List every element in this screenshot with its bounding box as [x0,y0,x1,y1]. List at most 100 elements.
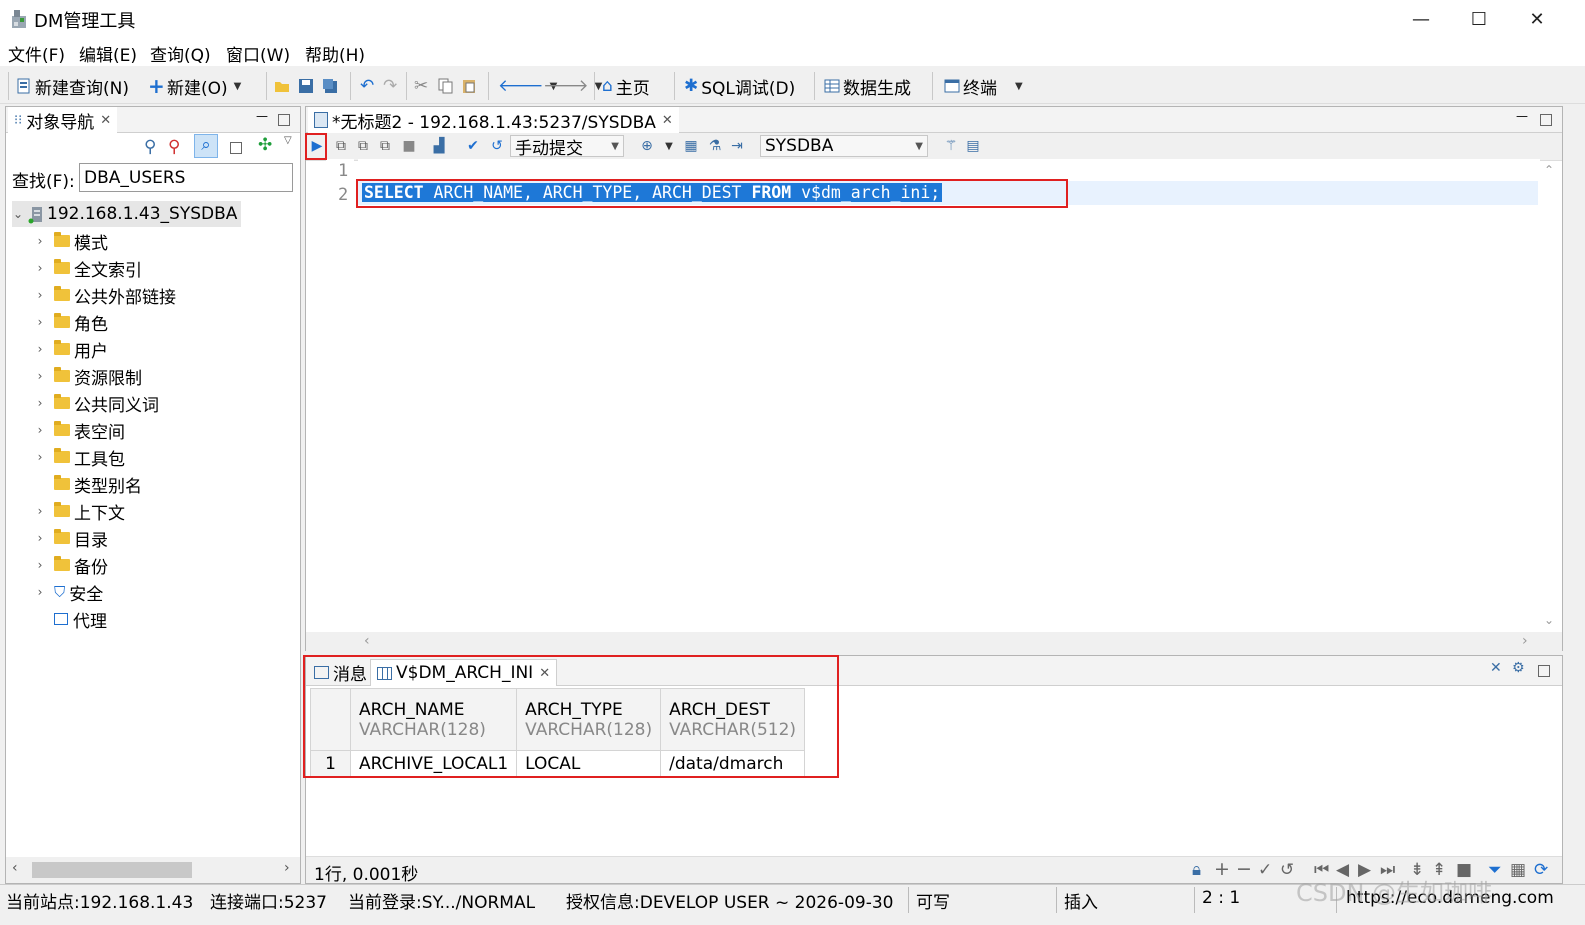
link-editor-icon[interactable]: ✣ [258,135,272,155]
execute-step-button[interactable]: ⧉ [332,137,350,155]
tree-item-public-synonyms[interactable]: › 公共同义词 [34,390,159,416]
tree-item-roles[interactable]: › 角色 [34,309,108,335]
chevron-right-icon[interactable]: › [34,342,46,356]
explain-button[interactable]: ▟ [430,137,448,155]
tree-item-toolkits[interactable]: › 工具包 [34,444,125,470]
menu-window[interactable]: 窗口(W) [226,41,290,66]
chevron-right-icon[interactable]: › [34,531,46,545]
redo-button[interactable]: ↷ [383,73,397,99]
chevron-right-icon[interactable]: › [34,234,46,248]
search-input[interactable] [79,163,293,192]
tree-item-directories[interactable]: › 目录 [34,525,108,551]
tab-object-navigator[interactable]: ⁝⁝ 对象导航 ✕ [8,107,118,133]
commit-mode-select[interactable]: 手动提交 ▼ [510,135,624,159]
collapse-all-icon[interactable] [230,139,242,159]
chevron-right-icon[interactable]: › [34,396,46,410]
scrollbar-thumb[interactable] [32,862,192,878]
maximize-view-icon[interactable] [1538,662,1550,682]
tree-item-backup[interactable]: › 备份 [34,552,108,578]
commit-button[interactable]: ✔ [464,137,482,155]
chevron-right-icon[interactable]: › [34,450,46,464]
execute-script-button[interactable]: ⧉ [354,137,372,155]
home-button[interactable]: ⌂ 主页 [602,73,650,99]
stop-button[interactable]: ■ [400,137,418,155]
view-menu-icon[interactable]: ▽ [284,135,292,146]
chevron-down-icon[interactable]: ⌄ [12,207,24,221]
tree-item-security[interactable]: › ⛉ 安全 [34,579,104,605]
chevron-right-icon[interactable]: › [34,288,46,302]
schema-select[interactable]: SYSDBA ▼ [760,135,928,157]
maximize-button[interactable]: ☐ [1456,4,1502,34]
scroll-left-icon[interactable]: ‹ [364,633,370,649]
tree-item-resource-limits[interactable]: › 资源限制 [34,363,142,389]
target-menu-button[interactable]: ▼ [660,137,678,155]
sql-code-area[interactable]: SELECT ARCH_NAME, ARCH_TYPE, ARCH_DEST F… [358,159,1540,629]
tree-item-contexts[interactable]: › 上下文 [34,498,125,524]
format-button[interactable]: ⚗ [706,137,724,155]
terminal-button[interactable]: 终端 ▼ [944,73,1023,99]
rollback-button[interactable]: ↺ [488,137,506,155]
new-button[interactable]: + 新建(O) ▼ [148,73,241,99]
tab-untitled-query[interactable]: *无标题2 - 192.168.1.43:5237/SYSDBA ✕ [308,107,679,133]
navigator-horizontal-scrollbar[interactable]: ‹ › [6,857,300,883]
doc-button[interactable]: ▤ [964,137,982,155]
minimize-view-icon[interactable]: — [256,109,268,123]
chevron-right-icon[interactable]: › [34,585,46,599]
chevron-right-icon[interactable]: › [34,369,46,383]
tree-item-agent[interactable]: 代理 [34,606,107,632]
tree-item-fulltext-index[interactable]: › 全文索引 [34,255,142,281]
editor-horizontal-scrollbar[interactable]: ‹ › [306,632,1562,652]
tree-item-tablespaces[interactable]: › 表空间 [34,417,125,443]
close-icon[interactable]: ✕ [662,113,673,128]
chevron-down-icon[interactable]: ▼ [1015,81,1023,92]
tree-item-schema[interactable]: › 模式 [34,228,108,254]
save-button[interactable] [298,73,317,99]
delete-row-icon[interactable]: − [1236,858,1252,880]
maximize-view-icon[interactable] [278,111,290,131]
close-other-results-icon[interactable]: ⚙ [1512,660,1525,676]
minimize-button[interactable]: — [1398,4,1444,34]
close-button[interactable]: ✕ [1514,4,1560,34]
scroll-right-icon[interactable]: › [284,860,290,876]
execute-plan-button[interactable]: ⧉ [376,137,394,155]
sql-debug-button[interactable]: ✱ SQL调试(D) [684,73,795,99]
tree-root-connection[interactable]: ⌄ 192.168.1.43_SYSDBA [12,201,242,227]
open-file-button[interactable] [274,73,293,99]
close-all-results-icon[interactable]: ✕ [1490,660,1502,676]
search-icon[interactable]: ⌕ [194,134,218,158]
chevron-down-icon[interactable]: ▼ [234,81,242,92]
wand-button[interactable]: ⚚ [942,137,960,155]
checkmark-icon[interactable]: ✓ [1258,860,1272,880]
tree-item-type-aliases[interactable]: 类型别名 [34,471,142,497]
scroll-right-icon[interactable]: › [1522,633,1528,649]
data-generation-button[interactable]: 数据生成 [824,73,911,99]
scroll-down-icon[interactable]: ⌄ [1544,613,1554,627]
chevron-right-icon[interactable]: › [34,315,46,329]
lock-icon[interactable]: 🔒︎ [1192,860,1201,880]
scroll-up-icon[interactable]: ⌃ [1544,163,1554,177]
menu-file[interactable]: 文件(F) [8,41,65,66]
grid-view-icon[interactable]: ▦ [1510,860,1526,880]
cut-button[interactable]: ✂ [414,73,428,99]
minimize-view-icon[interactable]: — [1516,109,1528,123]
disconnect-icon[interactable]: ⚲ [168,137,180,157]
close-icon[interactable]: ✕ [100,113,111,128]
revert-icon[interactable]: ↺ [1280,860,1294,880]
menu-edit[interactable]: 编辑(E) [79,41,137,66]
refresh-icon[interactable]: ⟳ [1534,860,1548,880]
menu-help[interactable]: 帮助(H) [305,41,365,66]
paste-button[interactable] [461,73,480,99]
save-all-button[interactable] [322,73,341,99]
chevron-right-icon[interactable]: › [34,504,46,518]
tree-item-public-external-link[interactable]: › 公共外部链接 [34,282,176,308]
indent-button[interactable]: ⇥ [728,137,746,155]
target-button[interactable]: ⊕ [638,137,656,155]
calendar-button[interactable]: ▦ [682,137,700,155]
new-query-button[interactable]: 新建查询(N) [16,73,129,99]
copy-button[interactable] [438,73,457,99]
chevron-right-icon[interactable]: › [34,423,46,437]
chevron-right-icon[interactable]: › [34,261,46,275]
scroll-left-icon[interactable]: ‹ [12,860,18,876]
menu-query[interactable]: 查询(Q) [150,41,211,66]
chevron-right-icon[interactable]: › [34,558,46,572]
